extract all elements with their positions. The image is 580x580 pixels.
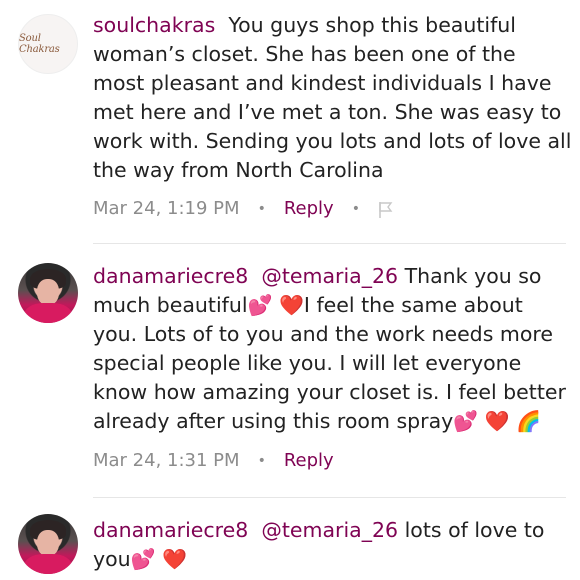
reply-button[interactable]: Reply bbox=[284, 198, 334, 219]
flag-icon[interactable] bbox=[378, 201, 394, 219]
reply-button[interactable]: Reply bbox=[284, 450, 334, 471]
divider bbox=[93, 497, 566, 498]
sparkling-heart-emoji: 💕 bbox=[130, 547, 156, 571]
avatar[interactable] bbox=[18, 514, 78, 574]
meta-separator: • bbox=[257, 452, 266, 469]
sparkling-heart-emoji: 💕 bbox=[453, 409, 479, 433]
comment-meta: Mar 24, 1:31 PM • Reply bbox=[93, 450, 334, 471]
comment-username[interactable]: danamariecre8 bbox=[93, 264, 248, 288]
comment-mention[interactable]: @temaria_26 bbox=[261, 264, 398, 288]
avatar-logo-text: Soul Chakras bbox=[19, 33, 60, 55]
comment-mention[interactable]: @temaria_26 bbox=[261, 518, 398, 542]
comment-text: danamariecre8 @temaria_26 Thank you so m… bbox=[93, 262, 573, 436]
divider bbox=[93, 243, 566, 244]
red-heart-emoji: ❤️ bbox=[484, 409, 510, 433]
meta-separator: • bbox=[351, 200, 360, 217]
meta-separator: • bbox=[257, 200, 266, 217]
rainbow-emoji: 🌈 bbox=[516, 409, 542, 433]
red-heart-emoji: ❤️ bbox=[279, 293, 304, 317]
comment-meta: Mar 24, 1:19 PM • Reply • bbox=[93, 198, 394, 219]
comment-username[interactable]: danamariecre8 bbox=[93, 518, 248, 542]
avatar[interactable] bbox=[18, 263, 78, 323]
comment-text: danamariecre8 @temaria_26 lots of love t… bbox=[93, 516, 573, 574]
comment-text: soulchakras You guys shop this beautiful… bbox=[93, 11, 573, 185]
comment-body: You guys shop this beautiful woman’s clo… bbox=[93, 13, 572, 182]
comment-timestamp: Mar 24, 1:31 PM bbox=[93, 450, 240, 471]
comment-username[interactable]: soulchakras bbox=[93, 13, 215, 37]
comment-timestamp: Mar 24, 1:19 PM bbox=[93, 198, 240, 219]
avatar[interactable]: Soul Chakras bbox=[18, 14, 78, 74]
sparkling-heart-emoji: 💕 bbox=[247, 293, 273, 317]
red-heart-emoji: ❤️ bbox=[162, 547, 188, 571]
